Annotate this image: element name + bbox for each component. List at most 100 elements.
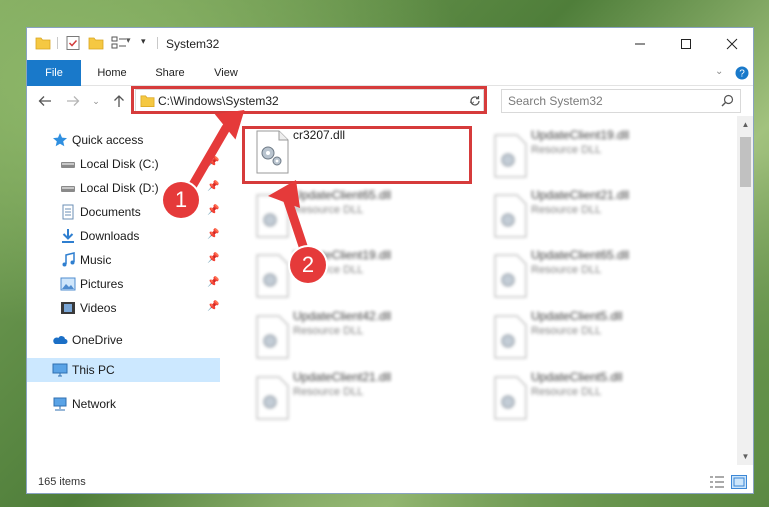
sidebar-item-quick-access[interactable]: Quick access — [27, 128, 220, 152]
file-item[interactable]: UpdateClient19.dll Resource DLL — [245, 248, 475, 304]
address-bar[interactable]: C:\Windows\System32 ⌄ — [135, 89, 484, 113]
arrow-left-icon — [38, 96, 51, 106]
file-item[interactable]: UpdateClient65.dll Resource DLL — [483, 248, 713, 304]
forward-button[interactable] — [63, 92, 83, 110]
up-button[interactable] — [109, 92, 129, 110]
new-folder-icon[interactable] — [88, 35, 104, 51]
sidebar-item-label: Pictures — [80, 277, 124, 291]
customize-toolbar-icon[interactable]: ▾ — [141, 36, 157, 52]
close-icon — [726, 38, 738, 50]
sidebar-item-label: Network — [72, 397, 117, 411]
search-input[interactable]: Search System32 — [508, 94, 603, 108]
file-item[interactable]: UpdateClient65.dll Resource DLL — [245, 188, 475, 244]
music-icon — [62, 252, 75, 267]
sidebar-item-label: This PC — [72, 363, 115, 377]
properties-icon[interactable] — [65, 35, 81, 51]
file-name: UpdateClient65.dll — [293, 188, 392, 202]
scroll-up-icon[interactable]: ▲ — [737, 116, 753, 133]
pin-icon[interactable]: 📌 — [207, 277, 219, 288]
dll-file-icon — [494, 254, 527, 298]
folder-icon — [35, 37, 51, 50]
pin-icon[interactable]: 📌 — [207, 157, 219, 168]
pin-icon[interactable]: 📌 — [207, 229, 219, 240]
vertical-scrollbar[interactable]: ▲ ▼ — [737, 116, 753, 465]
drive-icon — [61, 162, 75, 168]
navigation-bar: ⌄ C:\Windows\System32 ⌄ Search System32 — [27, 86, 753, 116]
pin-icon[interactable]: 📌 — [207, 301, 219, 312]
scrollbar-thumb[interactable] — [740, 137, 751, 187]
pin-icon[interactable]: 📌 — [207, 181, 219, 192]
sidebar-item-pictures[interactable]: Pictures 📌 — [27, 272, 220, 296]
file-item[interactable]: UpdateClient5.dll Resource DLL — [483, 309, 713, 365]
file-type: Resource DLL — [531, 144, 602, 156]
onedrive-icon — [53, 336, 68, 344]
step-2-badge: 2 — [290, 247, 326, 283]
monitor-icon — [52, 363, 68, 377]
file-name: UpdateClient21.dll — [531, 188, 630, 202]
sidebar-item-network[interactable]: Network — [27, 392, 220, 416]
file-item[interactable]: UpdateClient21.dll Resource DLL — [483, 188, 713, 244]
sidebar-item-label: Local Disk (D:) — [80, 181, 159, 195]
step-1-badge: 1 — [163, 182, 199, 218]
sidebar-item-downloads[interactable]: Downloads 📌 — [27, 224, 220, 248]
sidebar-item-onedrive[interactable]: OneDrive — [27, 328, 220, 352]
tab-file[interactable]: File — [27, 60, 81, 86]
sidebar-item-label: Videos — [80, 301, 117, 315]
recent-locations-button[interactable]: ⌄ — [89, 92, 103, 110]
refresh-icon — [469, 96, 480, 106]
sidebar-item-this-pc[interactable]: This PC — [27, 358, 220, 382]
file-item[interactable]: UpdateClient21.dll Resource DLL — [245, 370, 475, 426]
help-icon[interactable]: ? — [735, 66, 749, 80]
status-bar: 165 items — [27, 465, 753, 493]
search-icon[interactable] — [721, 94, 734, 107]
explorer-window: ▾ ▾ System32 File Home Share View ⌄ ? ⌄ … — [26, 27, 754, 494]
file-name: UpdateClient42.dll — [293, 309, 392, 323]
item-count: 165 items — [38, 476, 86, 488]
pin-icon[interactable]: 📌 — [207, 205, 219, 216]
back-button[interactable] — [35, 92, 55, 110]
search-box[interactable]: Search System32 — [501, 89, 741, 113]
view-options-icon[interactable] — [111, 35, 127, 51]
chevron-down-icon[interactable]: ▾ — [126, 35, 142, 51]
sidebar-item-videos[interactable]: Videos 📌 — [27, 296, 220, 320]
divider — [157, 37, 158, 49]
refresh-button[interactable] — [464, 89, 486, 113]
file-item[interactable]: UpdateClient5.dll Resource DLL — [483, 370, 713, 426]
address-path[interactable]: C:\Windows\System32 — [158, 94, 279, 108]
sidebar-item-local-disk-c[interactable]: Local Disk (C:) 📌 — [27, 152, 220, 176]
svg-text:?: ? — [739, 69, 745, 80]
close-button[interactable] — [709, 28, 753, 60]
folder-icon — [140, 95, 155, 107]
large-icons-view-icon[interactable] — [731, 475, 747, 489]
minimize-button[interactable] — [617, 28, 663, 60]
star-icon — [53, 133, 67, 147]
tab-view[interactable]: View — [203, 60, 249, 86]
expand-ribbon-icon[interactable]: ⌄ — [715, 66, 723, 77]
file-name: UpdateClient5.dll — [531, 370, 623, 384]
file-name: UpdateClient19.dll — [531, 128, 630, 142]
scroll-down-icon[interactable]: ▼ — [737, 448, 753, 465]
pictures-icon — [60, 277, 76, 291]
details-view-icon[interactable] — [709, 475, 725, 489]
file-name: UpdateClient5.dll — [531, 309, 623, 323]
file-type: Resource DLL — [531, 325, 602, 337]
tab-home[interactable]: Home — [89, 60, 135, 86]
file-type: Resource DLL — [531, 386, 602, 398]
sidebar-item-label: Documents — [80, 205, 141, 219]
tab-share[interactable]: Share — [147, 60, 193, 86]
file-item[interactable]: UpdateClient42.dll Resource DLL — [245, 309, 475, 365]
dll-file-icon — [256, 194, 289, 238]
file-item[interactable]: UpdateClient19.dll Resource DLL — [483, 128, 713, 184]
file-type: Resource DLL — [293, 325, 364, 337]
pin-icon[interactable]: 📌 — [207, 253, 219, 264]
file-type: Resource DLL — [531, 264, 602, 276]
dll-file-icon — [494, 134, 527, 178]
file-item-cr3207[interactable]: cr3207.dll — [245, 124, 475, 180]
file-list: cr3207.dll UpdateClient19.dll Resource D… — [237, 116, 737, 465]
sidebar-item-music[interactable]: Music 📌 — [27, 248, 220, 272]
divider — [57, 37, 58, 49]
maximize-button[interactable] — [663, 28, 709, 60]
dll-file-icon — [256, 376, 289, 420]
videos-icon — [61, 302, 75, 314]
sidebar-item-label: Local Disk (C:) — [80, 157, 159, 171]
